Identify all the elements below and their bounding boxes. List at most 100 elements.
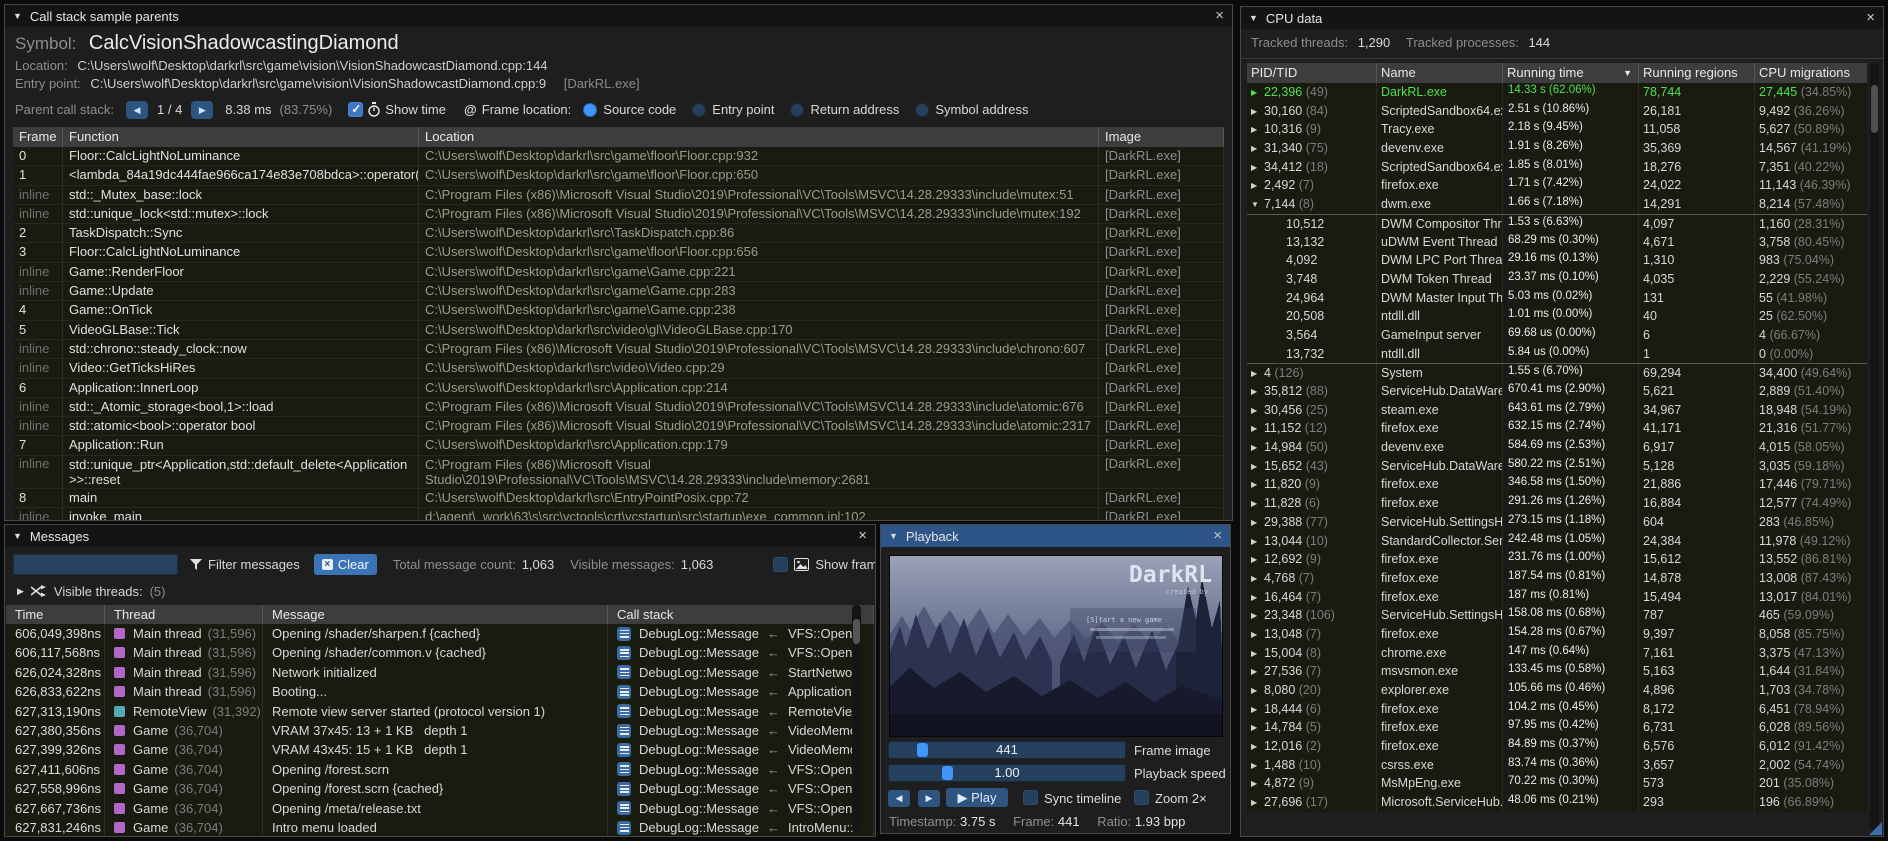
process-pid-cell[interactable]: 24,964 (1247, 289, 1377, 308)
process-pid-cell[interactable]: ▶14,784 (5) (1247, 718, 1377, 737)
process-row[interactable]: ▶27,696 (17) Microsoft.ServiceHub.Co 48.… (1247, 793, 1867, 812)
process-row[interactable]: ▶14,984 (50) devenv.exe 584.69 ms (2.53%… (1247, 438, 1867, 457)
frame-function[interactable]: VideoGLBase::Tick (63, 321, 419, 339)
process-row[interactable]: ▶16,464 (7) firefox.exe 187 ms (0.81%) 1… (1247, 588, 1867, 607)
expand-icon[interactable]: ▶ (1251, 775, 1264, 793)
frame-row[interactable]: inline std::unique_lock<std::mutex>::loc… (13, 205, 1224, 224)
expand-icon[interactable]: ▶ (1251, 719, 1264, 737)
process-row[interactable]: 24,964 DWM Master Input Threa 5.03 ms (0… (1247, 289, 1867, 308)
frame-row[interactable]: inline std::_Atomic_storage<bool,1>::loa… (13, 398, 1224, 417)
close-icon[interactable]: × (1215, 5, 1224, 27)
radio-entry-point-label[interactable]: Entry point (712, 102, 774, 117)
expand-icon[interactable]: ▶ (1251, 177, 1264, 195)
process-row[interactable]: ▶11,152 (12) firefox.exe 632.15 ms (2.74… (1247, 419, 1867, 438)
process-pid-cell[interactable]: ▶10,316 (9) (1247, 120, 1377, 139)
radio-return-address-label[interactable]: Return address (810, 102, 899, 117)
close-icon[interactable]: × (1866, 7, 1875, 29)
collapse-icon[interactable]: ▼ (13, 11, 22, 21)
expand-icon[interactable]: ▶ (1251, 140, 1264, 158)
frame-row[interactable]: inline invoke_main d:\agent\_work\63\s\s… (13, 508, 1224, 521)
message-callstack[interactable]: DebugLog::Message ← Application: (608, 682, 874, 701)
col-pid-tid[interactable]: PID/TID (1247, 63, 1377, 83)
process-pid-cell[interactable]: ▶4 (126) (1247, 364, 1377, 382)
step-back-button[interactable]: ◀ (888, 790, 910, 807)
cpu-scroll-thumb[interactable] (1871, 85, 1878, 133)
radio-source-code-label[interactable]: Source code (603, 102, 676, 117)
expand-icon[interactable]: ▶ (1251, 551, 1264, 569)
playback-speed-slider[interactable]: 1.00 (888, 764, 1126, 782)
process-row[interactable]: ▶35,812 (88) ServiceHub.DataWarehou 670.… (1247, 382, 1867, 401)
zoom-2x-checkbox[interactable] (1134, 790, 1149, 805)
frame-row[interactable]: 8 main C:\Users\wolf\Desktop\darkrl\src\… (13, 489, 1224, 508)
process-pid-cell[interactable]: ▼7,144 (8) (1247, 195, 1377, 214)
radio-entry-point[interactable] (692, 103, 706, 117)
process-row[interactable]: ▶4,872 (9) MsMpEng.exe 70.22 ms (0.30%) … (1247, 774, 1867, 793)
process-row[interactable]: 3,564 GameInput server 69.68 us (0.00%) … (1247, 326, 1867, 345)
process-row[interactable]: ▼7,144 (8) dwm.exe 1.66 s (7.18%) 14,291… (1247, 195, 1867, 214)
frame-row[interactable]: 4 Game::OnTick C:\Users\wolf\Desktop\dar… (13, 301, 1224, 320)
message-callstack[interactable]: DebugLog::Message ← StartNetwo (608, 663, 874, 682)
collapse-icon[interactable]: ▼ (889, 531, 898, 541)
process-pid-cell[interactable]: ▶31,340 (75) (1247, 139, 1377, 158)
callstack-list-icon[interactable] (617, 665, 631, 679)
process-pid-cell[interactable]: ▶11,820 (9) (1247, 475, 1377, 494)
process-pid-cell[interactable]: ▶13,048 (7) (1247, 625, 1377, 644)
process-row[interactable]: ▶12,692 (9) firefox.exe 231.76 ms (1.00%… (1247, 550, 1867, 569)
frame-function[interactable]: Game::OnTick (63, 301, 419, 319)
frame-row[interactable]: 0 Floor::CalcLightNoLuminance C:\Users\w… (13, 147, 1224, 166)
radio-symbol-address-label[interactable]: Symbol address (935, 102, 1028, 117)
col-cpu-migrations[interactable]: CPU migrations (1755, 63, 1867, 83)
step-forward-button[interactable]: ▶ (918, 790, 940, 807)
process-row[interactable]: ▶31,340 (75) devenv.exe 1.91 s (8.26%) 3… (1247, 139, 1867, 158)
expand-icon[interactable]: ▶ (1251, 84, 1264, 102)
frame-row[interactable]: inline Video::GetTicksHiRes C:\Users\wol… (13, 359, 1224, 378)
process-row[interactable]: ▶18,444 (6) firefox.exe 104.2 ms (0.45%)… (1247, 700, 1867, 719)
message-row[interactable]: 627,399,326ns Game(36,704) VRAM 43x45: 1… (6, 740, 874, 759)
process-row[interactable]: ▶10,316 (9) Tracy.exe 2.18 s (9.45%) 11,… (1247, 120, 1867, 139)
message-row[interactable]: 627,558,996ns Game(36,704) Opening /fore… (6, 779, 874, 798)
callstack-list-icon[interactable] (617, 724, 631, 738)
process-pid-cell[interactable]: ▶14,984 (50) (1247, 438, 1377, 457)
process-pid-cell[interactable]: ▶12,692 (9) (1247, 550, 1377, 569)
process-row[interactable]: ▶8,080 (20) explorer.exe 105.66 ms (0.46… (1247, 681, 1867, 700)
message-callstack[interactable]: DebugLog::Message ← VideoMemo (608, 721, 874, 740)
frame-function[interactable]: std::atomic<bool>::operator bool (63, 417, 419, 435)
radio-return-address[interactable] (790, 103, 804, 117)
process-row[interactable]: ▶13,044 (10) StandardCollector.Servic 24… (1247, 532, 1867, 551)
callstack-list-icon[interactable] (617, 821, 631, 835)
frame-image-slider[interactable]: 441 (888, 741, 1126, 759)
process-pid-cell[interactable]: ▶13,044 (10) (1247, 532, 1377, 551)
expand-icon[interactable]: ▶ (1251, 645, 1264, 663)
process-pid-cell[interactable]: ▶11,152 (12) (1247, 419, 1377, 438)
message-callstack[interactable]: DebugLog::Message ← RemoteVie (608, 702, 874, 721)
process-pid-cell[interactable]: ▶16,464 (7) (1247, 588, 1377, 607)
callstack-list-icon[interactable] (617, 743, 631, 757)
cpu-scrollbar[interactable] (1870, 63, 1879, 830)
close-icon[interactable]: × (858, 525, 867, 547)
frame-row[interactable]: inline std::atomic<bool>::operator bool … (13, 417, 1224, 436)
frame-function[interactable]: std::unique_lock<std::mutex>::lock (63, 205, 419, 223)
message-callstack[interactable]: DebugLog::Message ← VideoMemo (608, 740, 874, 759)
expand-icon[interactable]: ▶ (1251, 701, 1264, 719)
process-row[interactable]: ▶4,768 (7) firefox.exe 187.54 ms (0.81%)… (1247, 569, 1867, 588)
process-row[interactable]: ▶15,004 (8) chrome.exe 147 ms (0.64%) 7,… (1247, 644, 1867, 663)
process-row[interactable]: ▶22,396 (49) DarkRL.exe 14.33 s (62.06%)… (1247, 83, 1867, 102)
process-row[interactable]: ▶27,536 (7) msvsmon.exe 133.45 ms (0.58%… (1247, 662, 1867, 681)
message-row[interactable]: 627,667,736ns Game(36,704) Opening /meta… (6, 799, 874, 818)
frame-row[interactable]: 5 VideoGLBase::Tick C:\Users\wolf\Deskto… (13, 321, 1224, 340)
expand-icon[interactable]: ▶ (1251, 607, 1264, 625)
frame-function[interactable]: Application::Run (63, 436, 419, 454)
col-running-regions[interactable]: Running regions (1639, 63, 1755, 83)
expand-icon[interactable]: ▶ (1251, 458, 1264, 476)
visible-threads-label[interactable]: Visible threads: (54, 584, 143, 599)
message-callstack[interactable]: DebugLog::Message ← VFS::Open (608, 643, 874, 662)
radio-source-code[interactable] (583, 103, 597, 117)
process-row[interactable]: ▶34,412 (18) ScriptedSandbox64.exe 1.85 … (1247, 158, 1867, 177)
message-row[interactable]: 606,117,568ns Main thread(31,596) Openin… (6, 643, 874, 662)
collapse-icon[interactable]: ▼ (13, 531, 22, 541)
frame-row[interactable]: inline Game::RenderFloor C:\Users\wolf\D… (13, 263, 1224, 282)
message-row[interactable]: 627,380,356ns Game(36,704) VRAM 37x45: 1… (6, 721, 874, 740)
message-row[interactable]: 627,831,246ns Game(36,704) Intro menu lo… (6, 818, 874, 837)
process-row[interactable]: 10,512 DWM Compositor Thread 1.53 s (6.6… (1247, 214, 1867, 233)
message-callstack[interactable]: DebugLog::Message ← VFS::Open (608, 799, 874, 818)
